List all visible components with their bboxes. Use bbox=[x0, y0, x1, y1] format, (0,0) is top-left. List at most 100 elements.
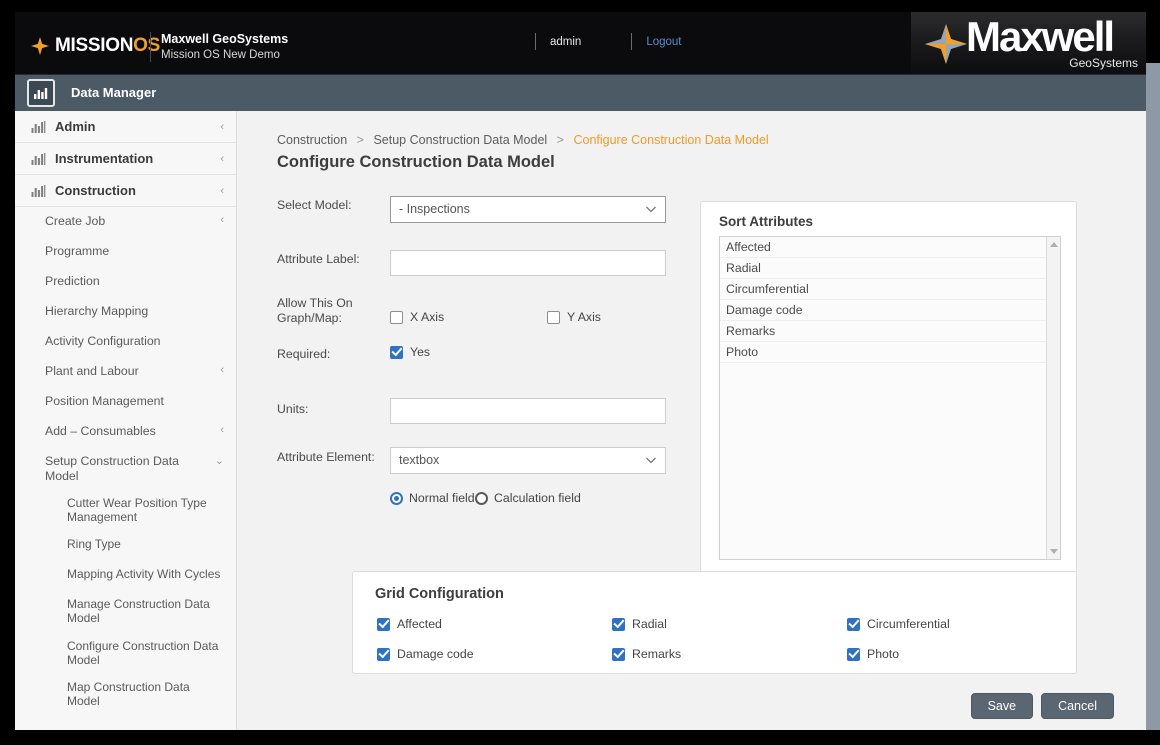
chart-bars-icon bbox=[31, 121, 46, 133]
sidebar-item-label: Create Job bbox=[45, 214, 220, 229]
sidebar-item-prediction[interactable]: Prediction bbox=[15, 267, 236, 297]
breadcrumb-item-construction[interactable]: Construction bbox=[277, 133, 347, 147]
sidebar-item-label: Activity Configuration bbox=[45, 334, 224, 349]
sidebar-item-admin[interactable]: Admin ‹ bbox=[15, 111, 236, 143]
sidebar-item-label: Cutter Wear Position Type Management bbox=[67, 496, 224, 524]
list-item[interactable]: Radial bbox=[720, 258, 1060, 279]
sidebar-item-configure-construction-data-model[interactable]: Configure Construction Data Model bbox=[15, 632, 236, 673]
select-model-label: Select Model: bbox=[277, 198, 377, 213]
list-item[interactable]: Affected bbox=[720, 237, 1060, 258]
y-axis-checkbox[interactable] bbox=[547, 311, 560, 324]
sidebar-item-label: Map Construction Data Model bbox=[67, 680, 224, 708]
list-item[interactable]: Circumferential bbox=[720, 279, 1060, 300]
grid-config-checkbox[interactable] bbox=[612, 648, 625, 661]
sidebar-item-label: Construction bbox=[55, 183, 220, 198]
sidebar-item-plant-and-labour[interactable]: Plant and Labour ‹ bbox=[15, 357, 236, 387]
list-item[interactable]: Remarks bbox=[720, 321, 1060, 342]
sidebar: Admin ‹ Instrumentation ‹ Constructi bbox=[15, 111, 237, 730]
sidebar-item-map-construction-data-model[interactable]: Map Construction Data Model bbox=[15, 673, 236, 714]
username-label: admin bbox=[550, 36, 581, 48]
sidebar-item-label: Plant and Labour bbox=[45, 364, 220, 379]
attribute-element-dropdown[interactable]: textbox bbox=[390, 447, 666, 474]
page-title: Configure Construction Data Model bbox=[277, 153, 555, 172]
logout-link[interactable]: Logout bbox=[646, 36, 681, 48]
sidebar-item-label: Prediction bbox=[45, 274, 224, 289]
sidebar-item-label: Ring Type bbox=[67, 537, 224, 551]
scroll-up-arrow-icon[interactable] bbox=[1050, 242, 1058, 247]
brand-text: MISSIONOS bbox=[55, 36, 160, 55]
x-axis-checkbox-row[interactable]: X Axis bbox=[390, 310, 444, 324]
grid-config-affected-row[interactable]: Affected bbox=[377, 617, 442, 631]
required-checkbox[interactable] bbox=[390, 346, 403, 359]
grid-config-checkbox[interactable] bbox=[377, 648, 390, 661]
select-model-dropdown[interactable]: - Inspections bbox=[390, 196, 666, 223]
chevron-left-icon: ‹ bbox=[220, 214, 224, 226]
chevron-left-icon: ‹ bbox=[220, 153, 224, 165]
attribute-element-value: textbox bbox=[399, 453, 439, 467]
sidebar-item-hierarchy-mapping[interactable]: Hierarchy Mapping bbox=[15, 297, 236, 327]
grid-config-remarks-row[interactable]: Remarks bbox=[612, 647, 681, 661]
breadcrumb-item-current: Configure Construction Data Model bbox=[573, 133, 768, 147]
save-button[interactable]: Save bbox=[971, 693, 1034, 719]
chevron-left-icon: ‹ bbox=[220, 424, 224, 436]
sidebar-item-label: Instrumentation bbox=[55, 151, 220, 166]
list-item[interactable]: Damage code bbox=[720, 300, 1060, 321]
normal-field-radio[interactable] bbox=[390, 492, 403, 505]
breadcrumb-separator: > bbox=[357, 133, 364, 147]
calculation-field-radio[interactable] bbox=[475, 492, 488, 505]
sidebar-item-add-consumables[interactable]: Add – Consumables ‹ bbox=[15, 417, 236, 447]
sidebar-item-mapping-activity-with-cycles[interactable]: Mapping Activity With Cycles bbox=[15, 560, 236, 590]
list-item[interactable]: Photo bbox=[720, 342, 1060, 363]
x-axis-checkbox[interactable] bbox=[390, 311, 403, 324]
grid-configuration-title: Grid Configuration bbox=[353, 572, 1076, 602]
attribute-element-label: Attribute Element: bbox=[277, 450, 377, 465]
sidebar-item-create-job[interactable]: Create Job ‹ bbox=[15, 207, 236, 237]
cancel-button[interactable]: Cancel bbox=[1041, 693, 1114, 719]
y-axis-checkbox-row[interactable]: Y Axis bbox=[547, 310, 601, 324]
brand-divider bbox=[150, 32, 151, 62]
sidebar-item-label: Position Management bbox=[45, 394, 224, 409]
grid-config-photo-row[interactable]: Photo bbox=[847, 647, 899, 661]
scroll-down-arrow-icon[interactable] bbox=[1050, 549, 1058, 554]
grid-config-checkbox[interactable] bbox=[847, 648, 860, 661]
normal-field-radio-row[interactable]: Normal field bbox=[390, 491, 475, 505]
chart-bars-icon bbox=[31, 153, 46, 165]
grid-config-label: Circumferential bbox=[867, 617, 950, 631]
units-input[interactable] bbox=[390, 398, 666, 424]
sidebar-item-construction[interactable]: Construction ‹ bbox=[15, 175, 236, 207]
breadcrumb-item-setup-construction-data-model[interactable]: Setup Construction Data Model bbox=[373, 133, 547, 147]
grid-config-checkbox[interactable] bbox=[612, 618, 625, 631]
grid-config-radial-row[interactable]: Radial bbox=[612, 617, 667, 631]
sidebar-item-programme[interactable]: Programme bbox=[15, 237, 236, 267]
sidebar-item-instrumentation[interactable]: Instrumentation ‹ bbox=[15, 143, 236, 175]
required-checkbox-row[interactable]: Yes bbox=[390, 345, 430, 359]
sidebar-item-activity-configuration[interactable]: Activity Configuration bbox=[15, 327, 236, 357]
chevron-down-icon bbox=[645, 203, 657, 215]
grid-config-checkbox[interactable] bbox=[377, 618, 390, 631]
maxwell-star-icon bbox=[923, 22, 969, 66]
select-model-value: - Inspections bbox=[399, 202, 470, 216]
grid-config-label: Radial bbox=[632, 617, 667, 631]
sidebar-item-label: Manage Construction Data Model bbox=[67, 597, 224, 625]
sidebar-item-manage-construction-data-model[interactable]: Manage Construction Data Model bbox=[15, 590, 236, 631]
grid-config-checkbox[interactable] bbox=[847, 618, 860, 631]
brand-main: MISSION bbox=[55, 35, 133, 56]
sort-list-scrollbar[interactable] bbox=[1046, 237, 1060, 559]
grid-config-damage-code-row[interactable]: Damage code bbox=[377, 647, 474, 661]
page-scrollbar[interactable] bbox=[1146, 63, 1160, 730]
sidebar-item-setup-construction-data-model[interactable]: Setup Construction Data Model ⌄ bbox=[15, 447, 236, 489]
sidebar-item-cutter-wear-position-type-management[interactable]: Cutter Wear Position Type Management bbox=[15, 489, 236, 530]
user-area: admin Logout bbox=[535, 33, 682, 50]
sidebar-item-position-management[interactable]: Position Management bbox=[15, 387, 236, 417]
chart-bars-icon[interactable] bbox=[27, 79, 55, 107]
attribute-label-input[interactable] bbox=[390, 250, 666, 276]
calculation-field-radio-row[interactable]: Calculation field bbox=[475, 491, 581, 505]
grid-config-circumferential-row[interactable]: Circumferential bbox=[847, 617, 950, 631]
y-axis-label: Y Axis bbox=[567, 310, 601, 324]
top-header: MISSIONOS Maxwell GeoSystems Mission OS … bbox=[15, 12, 1146, 75]
sidebar-item-ring-type[interactable]: Ring Type bbox=[15, 530, 236, 560]
sort-attributes-list[interactable]: Affected Radial Circumferential Damage c… bbox=[719, 236, 1061, 560]
sidebar-item-label: Admin bbox=[55, 119, 220, 134]
breadcrumb: Construction > Setup Construction Data M… bbox=[277, 133, 769, 147]
sidebar-item-label: Mapping Activity With Cycles bbox=[67, 567, 224, 581]
